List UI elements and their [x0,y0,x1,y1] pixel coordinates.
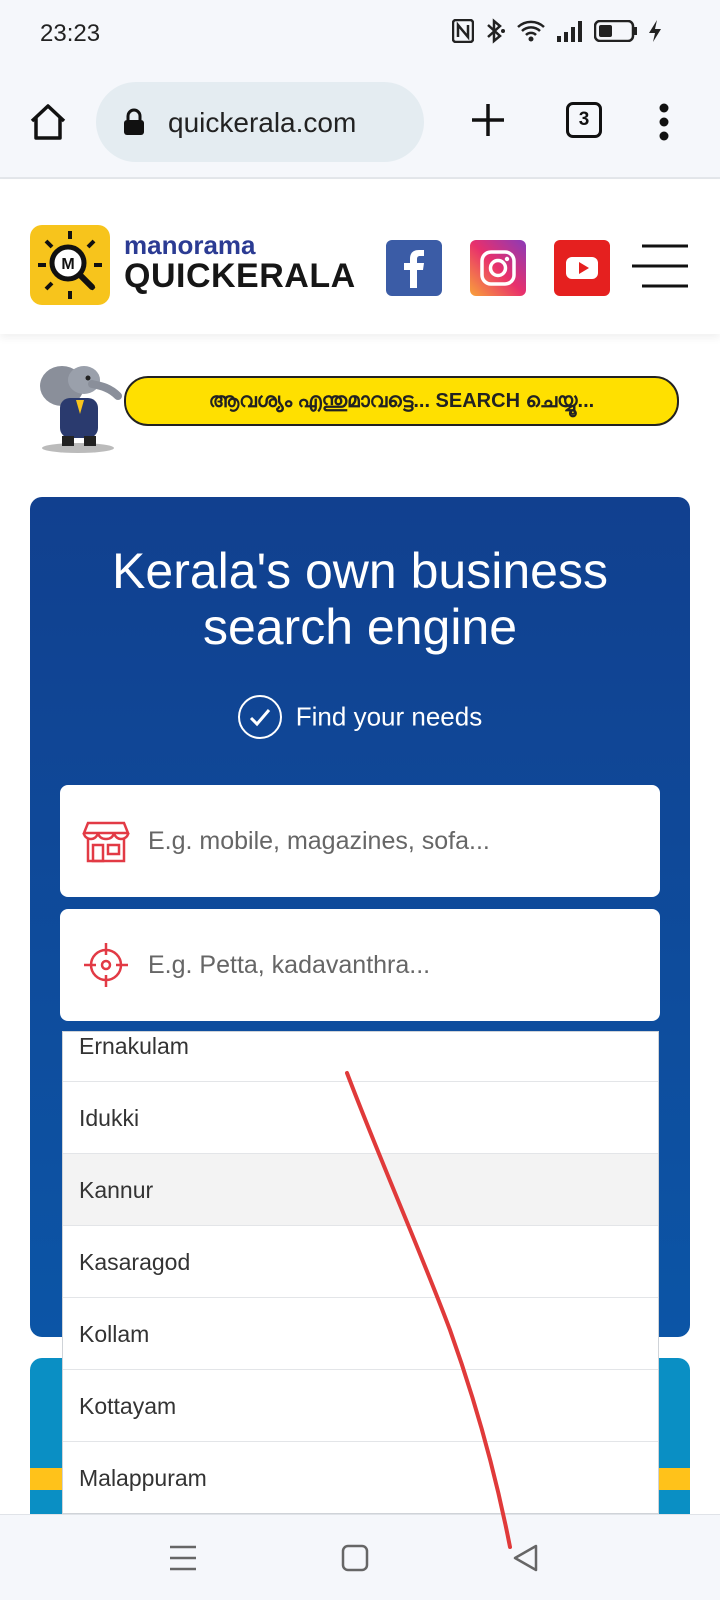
youtube-icon[interactable] [554,240,610,296]
what-search-input[interactable] [148,815,628,867]
where-search-field[interactable] [60,909,660,1021]
dropdown-item-idukki[interactable]: Idukki [63,1082,658,1154]
site-header: M manorama QUICKERALA [0,180,720,334]
dropdown-item-kollam[interactable]: Kollam [63,1298,658,1370]
status-icons [452,18,662,44]
banner-speech-bubble: ആവശ്യം എന്തുമാവട്ടെ... SEARCH ചെയ്യൂ... [124,376,679,426]
search-promo-banner: ആവശ്യം എന്തുമാവട്ടെ... SEARCH ചെയ്യൂ... [32,358,692,458]
district-dropdown[interactable]: Ernakulam Idukki Kannur Kasaragod Kollam… [62,1031,659,1514]
dropdown-item-kannur[interactable]: Kannur [63,1154,658,1226]
dropdown-item-kottayam[interactable]: Kottayam [63,1370,658,1442]
bluetooth-icon [487,18,505,44]
hero-subtitle-text: Find your needs [295,701,483,732]
lock-icon [124,108,144,135]
wifi-icon [517,20,545,42]
instagram-icon[interactable] [470,240,526,296]
system-nav-bar [0,1514,720,1600]
shop-icon [82,821,130,863]
check-circle-icon [237,695,282,739]
elephant-mascot-icon [40,366,122,453]
facebook-icon[interactable] [386,240,442,296]
dropdown-item-malappuram[interactable]: Malappuram [63,1442,658,1513]
what-search-field[interactable] [60,785,660,897]
dropdown-item-kasaragod[interactable]: Kasaragod [63,1226,658,1298]
hero-title: Kerala's own business search engine [30,543,690,655]
hero-title-line-2: search engine [202,599,518,655]
nfc-icon [452,19,474,43]
banner-text: ആവശ്യം എന്തുമാവട്ടെ... SEARCH ചെയ്യൂ... [208,390,595,412]
url-text: quickerala.com [168,107,357,138]
more-vert-icon[interactable] [658,102,670,142]
tab-switcher-button[interactable]: 3 [566,102,602,138]
charging-icon [649,20,661,42]
home-icon[interactable] [28,102,68,142]
location-target-icon [84,943,128,987]
svg-text:M: M [61,256,74,273]
hamburger-icon[interactable] [630,243,690,289]
dropdown-item-ernakulam[interactable]: Ernakulam [63,1032,658,1082]
battery-icon [594,20,637,42]
home-square-icon[interactable] [338,1541,372,1575]
magnifier-logo-icon: M [38,231,102,299]
where-search-input[interactable] [148,939,628,991]
hero-title-line-1: Kerala's own business [112,543,608,599]
plus-icon[interactable] [470,102,506,138]
brand-name-main: QUICKERALA [124,257,356,295]
status-bar: 23:23 [0,0,720,64]
browser-toolbar: quickerala.com 3 [0,64,720,179]
signal-icon [557,21,582,42]
quickerala-logo[interactable]: M [30,225,110,305]
hero-subtitle: Find your needs [30,695,690,739]
address-bar[interactable]: quickerala.com [96,82,424,162]
back-triangle-icon[interactable] [510,1541,544,1575]
clock: 23:23 [40,20,101,47]
recents-menu-icon[interactable] [166,1541,200,1575]
